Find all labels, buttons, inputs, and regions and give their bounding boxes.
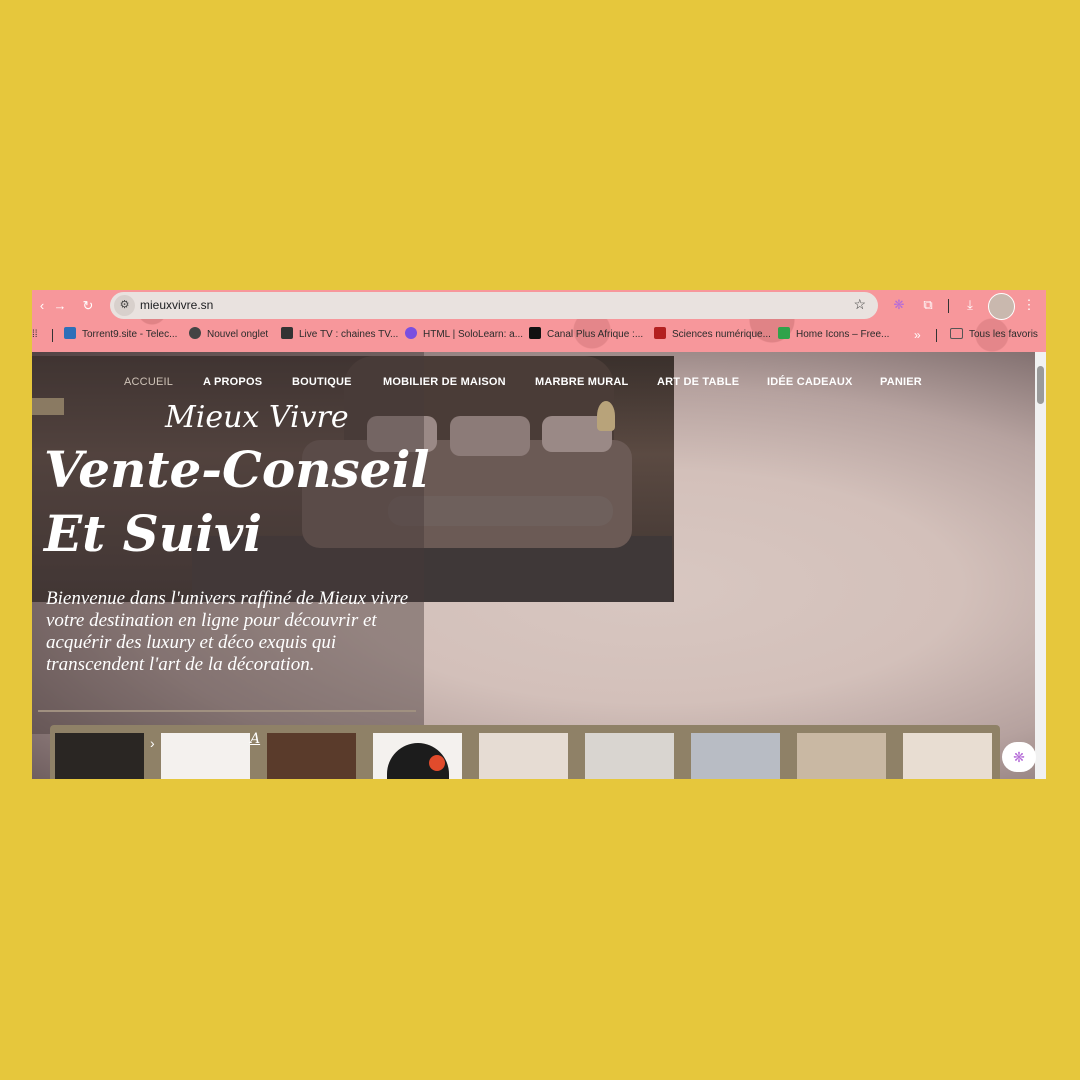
chevron-right-icon[interactable]: › <box>150 735 155 751</box>
page-scrollbar[interactable] <box>1035 352 1046 779</box>
thumb-closet[interactable] <box>903 733 992 779</box>
bookmark-canal-plus[interactable]: Canal Plus Afrique :... <box>529 327 643 343</box>
sololearn-icon <box>405 327 417 339</box>
bookmark-sciences[interactable]: Sciences numérique... <box>654 327 771 343</box>
back-icon[interactable]: ‹ <box>32 296 52 316</box>
all-bookmarks[interactable]: Tous les favoris <box>950 327 1038 343</box>
brain-extension-icon[interactable]: ❋ <box>890 296 908 314</box>
bookmarks-bar: ⁞⁞ Torrent9.site - Telec... Nouvel ongle… <box>32 324 1046 346</box>
nav-idee-cadeaux[interactable]: IDÉE CADEAUX <box>767 376 853 388</box>
url-text[interactable]: mieuxvivre.sn <box>140 298 213 312</box>
web-page: ACCUEIL A PROPOS BOUTIQUE MOBILIER DE MA… <box>32 352 1035 779</box>
thumb-black-plate[interactable] <box>373 733 462 779</box>
pillow <box>450 416 530 456</box>
thumb-living-room[interactable] <box>479 733 568 779</box>
nav-mobilier-de-maison[interactable]: MOBILIER DE MAISON <box>383 376 506 388</box>
cross-icon <box>529 327 541 339</box>
brand-script-title: Mieux Vivre <box>165 400 349 435</box>
bookmarks-overflow[interactable]: » <box>914 327 921 343</box>
bookmarks-divider <box>52 329 53 342</box>
menu-kebab-icon[interactable]: ⋮ <box>1020 296 1038 314</box>
headline-line-2: Et Suivi <box>44 504 263 563</box>
address-bar[interactable]: ⚙ mieuxvivre.sn ☆ <box>110 292 878 319</box>
bookmark-label: Home Icons – Free... <box>796 329 890 340</box>
main-nav: ACCUEIL A PROPOS BOUTIQUE MOBILIER DE MA… <box>32 376 1035 396</box>
bookmark-label: Tous les favoris <box>969 329 1038 340</box>
thumb-letter: A <box>250 731 261 747</box>
apps-grid-icon[interactable]: ⁞⁞ <box>32 327 38 343</box>
bookmark-home-icons[interactable]: Home Icons – Free... <box>778 327 889 343</box>
thumbnail-strip: › A <box>50 725 1000 779</box>
nav-accueil[interactable]: ACCUEIL <box>124 376 173 388</box>
browser-chrome: ‹ → ↻ ⚙ mieuxvivre.sn ☆ ❋ ⧉ ⤓ ⋮ ⁞⁞ Torre… <box>32 290 1046 352</box>
bookmarks-divider <box>936 329 937 342</box>
bookmark-label: HTML | SoloLearn: a... <box>423 329 524 340</box>
bookmark-sololearn[interactable]: HTML | SoloLearn: a... <box>405 327 523 343</box>
profile-avatar[interactable] <box>988 293 1015 320</box>
bookmark-nouvel-onglet[interactable]: Nouvel onglet <box>189 327 268 343</box>
brain-extension-icon[interactable]: ❋ <box>1002 742 1036 772</box>
hero-headline: Vente-Conseil Et Suivi <box>44 438 444 566</box>
tg-icon <box>64 327 76 339</box>
thumb-decor-leaves[interactable] <box>585 733 674 779</box>
toolbar-divider <box>948 299 949 313</box>
nav-panier[interactable]: PANIER <box>880 376 922 388</box>
bookmark-label: Torrent9.site - Telec... <box>82 329 178 340</box>
nav-marbre-mural[interactable]: MARBRE MURAL <box>535 376 628 388</box>
bookmark-label: Nouvel onglet <box>207 329 269 340</box>
bookmark-torrent9[interactable]: Torrent9.site - Telec... <box>64 327 177 343</box>
forward-icon[interactable]: → <box>50 296 70 316</box>
extensions-icon[interactable]: ⧉ <box>919 296 937 314</box>
tune-icon[interactable]: ⚙ <box>114 295 135 316</box>
scroll-thumb[interactable] <box>1037 366 1044 404</box>
screenshot: ‹ → ↻ ⚙ mieuxvivre.sn ☆ ❋ ⧉ ⤓ ⋮ ⁞⁞ Torre… <box>32 290 1046 779</box>
download-icon[interactable]: ⤓ <box>961 296 979 314</box>
bookmark-star-icon[interactable]: ☆ <box>853 296 866 313</box>
bookmark-label: Canal Plus Afrique :... <box>547 329 644 340</box>
folder-icon <box>950 328 963 339</box>
thumb-kitchen[interactable] <box>797 733 886 779</box>
headline-line-1: Vente-Conseil <box>44 440 430 499</box>
mm-icon <box>654 327 666 339</box>
nav-art-de-table[interactable]: ART DE TABLE <box>657 376 739 388</box>
plus-icon <box>281 327 293 339</box>
globe-icon <box>189 327 201 339</box>
nav-boutique[interactable]: BOUTIQUE <box>292 376 352 388</box>
bookmark-label: Sciences numérique... <box>672 329 771 340</box>
bookmark-label: Live TV : chaines TV... <box>299 329 399 340</box>
thumb-candles[interactable] <box>267 733 356 779</box>
thumb-marble-white[interactable] <box>161 733 250 779</box>
nav-a-propos[interactable]: A PROPOS <box>203 376 262 388</box>
thumb-marble-grey[interactable] <box>691 733 780 779</box>
reload-icon[interactable]: ↻ <box>78 296 98 316</box>
red-badge <box>429 755 445 771</box>
lamp <box>597 401 615 431</box>
thumb-tableware[interactable] <box>55 733 144 779</box>
bookmark-live-tv[interactable]: Live TV : chaines TV... <box>281 327 398 343</box>
accent-bar <box>32 398 64 415</box>
divider-line <box>38 710 416 712</box>
hero-intro-text: Bienvenue dans l'univers raffiné de Mieu… <box>46 588 409 675</box>
grid-icon <box>778 327 790 339</box>
